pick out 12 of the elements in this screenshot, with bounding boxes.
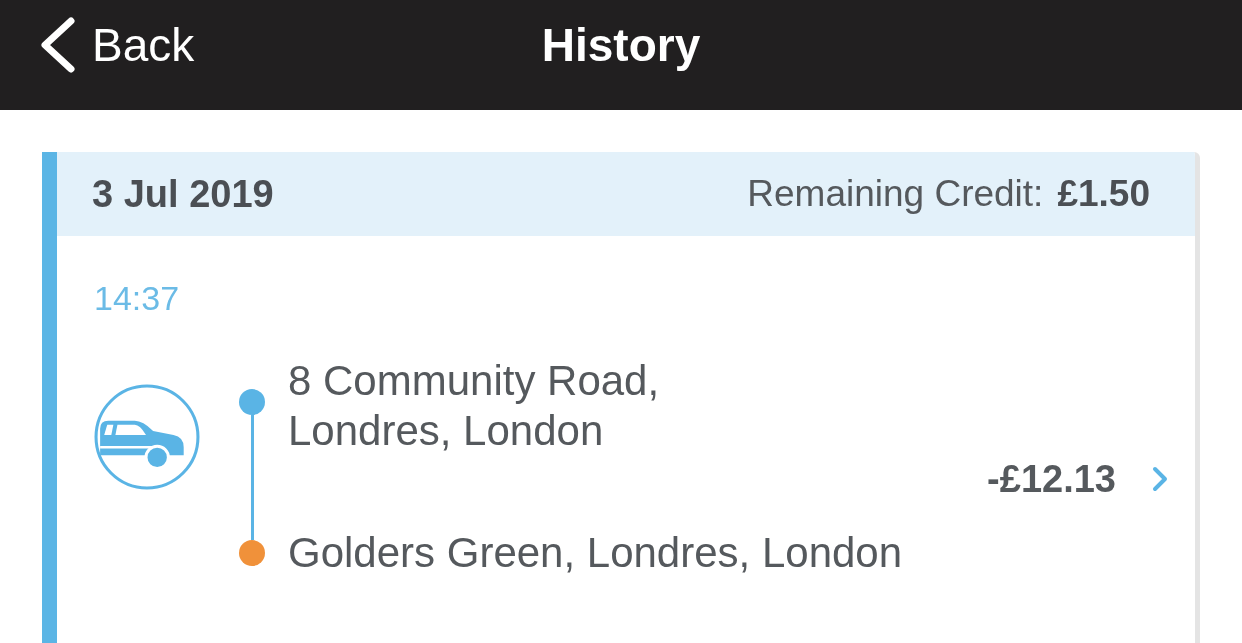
address-text: 8 Community Road, Londres, London (288, 356, 661, 456)
back-chevron-icon (38, 17, 76, 73)
credit-amount: £1.50 (1057, 172, 1150, 217)
car-icon (94, 384, 200, 490)
trip-time: 14:37 (94, 280, 180, 316)
chevron-right-icon[interactable] (1152, 466, 1168, 492)
credit-label: Remaining Credit: (747, 172, 1044, 217)
address-text: Golders Green, Londres, London (288, 528, 903, 578)
page-title: History (541, 17, 701, 73)
trip-date: 3 Jul 2019 (92, 171, 274, 217)
amount-text: -£12.13 (987, 456, 1116, 502)
back-button[interactable]: Back (0, 10, 195, 80)
